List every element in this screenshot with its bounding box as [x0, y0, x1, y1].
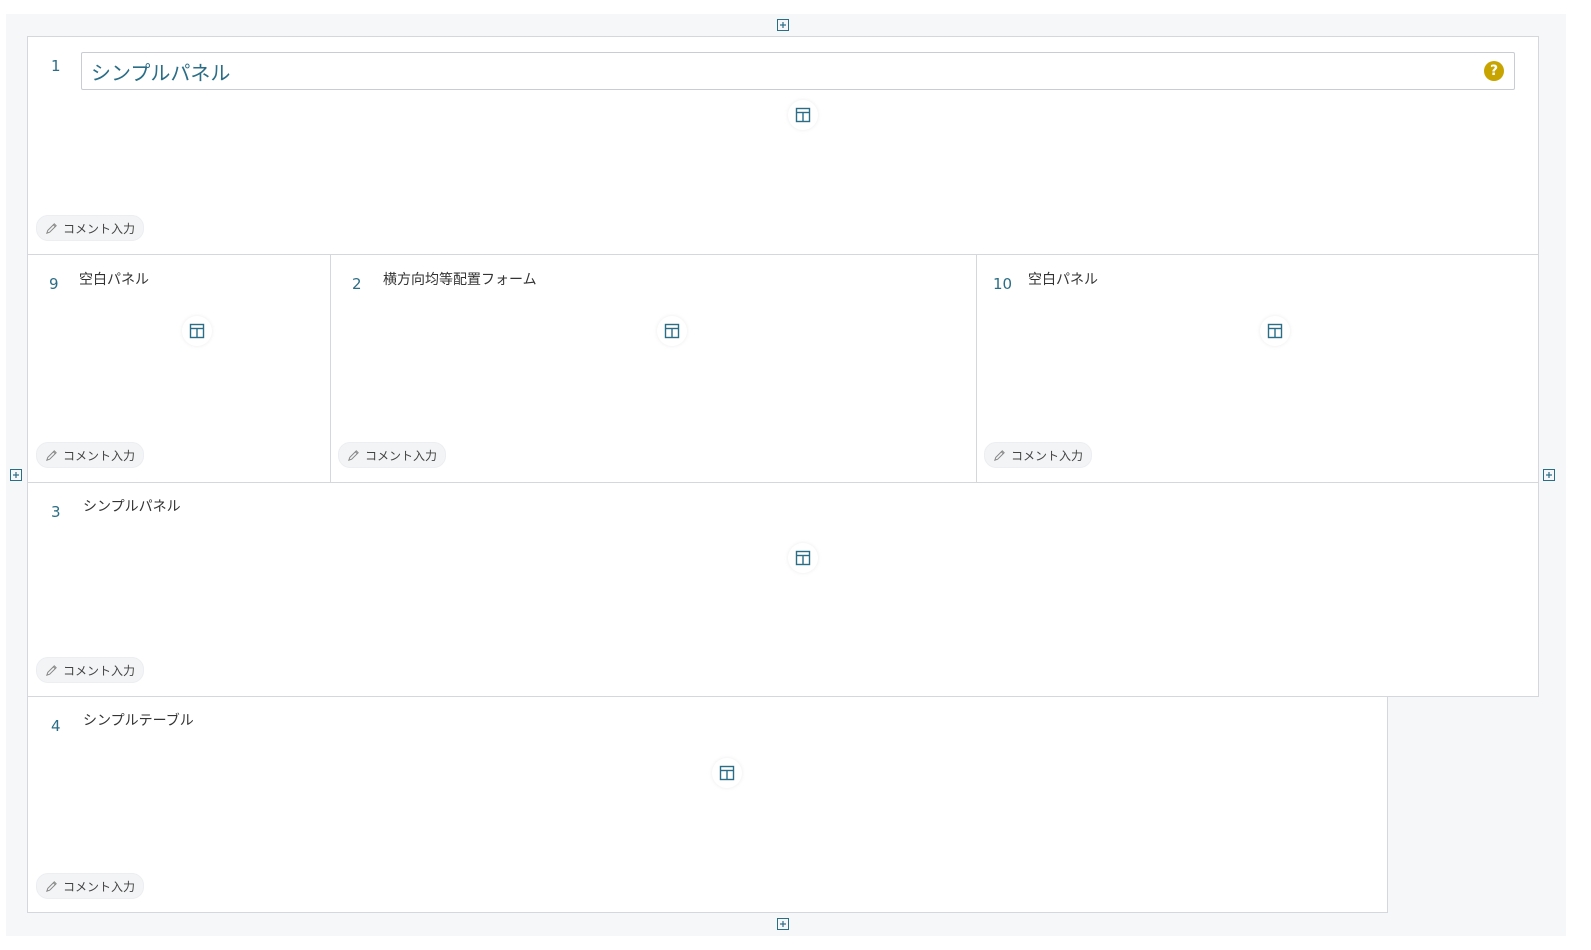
layout-button[interactable]: [712, 758, 742, 788]
layout-icon: [1267, 323, 1283, 339]
pencil-icon: [45, 222, 58, 235]
add-row-top-button[interactable]: [777, 19, 789, 31]
comment-button[interactable]: コメント入力: [36, 873, 145, 899]
comment-button-label: コメント入力: [63, 663, 136, 678]
comment-button-label: コメント入力: [365, 448, 438, 463]
comment-button-label: コメント入力: [1011, 448, 1084, 463]
pencil-icon: [45, 880, 58, 893]
panel-title: 空白パネル: [1028, 272, 1098, 288]
panel-number: 1: [51, 57, 61, 75]
comment-button[interactable]: コメント入力: [338, 442, 447, 468]
panel-number: 9: [49, 275, 59, 293]
panel-1[interactable]: 1 シンプルパネル ? コメント入力: [27, 36, 1539, 255]
help-icon[interactable]: ?: [1484, 61, 1504, 81]
panel-number: 3: [51, 503, 61, 521]
pencil-icon: [45, 664, 58, 677]
layout-icon: [664, 323, 680, 339]
plus-square-icon: [777, 19, 789, 31]
add-column-left-button[interactable]: [10, 469, 22, 481]
comment-button[interactable]: コメント入力: [984, 442, 1093, 468]
panel-3[interactable]: 3 シンプルパネル コメント入力: [27, 482, 1539, 697]
panel-4[interactable]: 4 シンプルテーブル コメント入力: [27, 696, 1388, 913]
panel-title: シンプルテーブル: [83, 713, 194, 729]
plus-square-icon: [1543, 469, 1555, 481]
layout-button[interactable]: [657, 316, 687, 346]
panel-number: 4: [51, 717, 61, 735]
layout-button[interactable]: [788, 543, 818, 573]
pencil-icon: [993, 449, 1006, 462]
panel-9[interactable]: 9 空白パネル コメント入力: [27, 254, 331, 483]
panel-title: 空白パネル: [79, 272, 149, 288]
add-column-right-button[interactable]: [1543, 469, 1555, 481]
layout-icon: [795, 107, 811, 123]
comment-button-label: コメント入力: [63, 879, 136, 894]
panel-2[interactable]: 2 横方向均等配置フォーム コメント入力: [330, 254, 977, 483]
pencil-icon: [45, 449, 58, 462]
panel-title: 横方向均等配置フォーム: [383, 272, 537, 288]
panel-10[interactable]: 10 空白パネル コメント入力: [976, 254, 1539, 483]
pencil-icon: [347, 449, 360, 462]
comment-button[interactable]: コメント入力: [36, 442, 145, 468]
comment-button-label: コメント入力: [63, 448, 136, 463]
comment-button[interactable]: コメント入力: [36, 215, 145, 241]
layout-icon: [189, 323, 205, 339]
add-row-bottom-button[interactable]: [777, 918, 789, 930]
comment-button-label: コメント入力: [63, 221, 136, 236]
layout-button[interactable]: [788, 100, 818, 130]
layout-icon: [719, 765, 735, 781]
panel-title-input[interactable]: シンプルパネル ?: [81, 52, 1515, 90]
layout-button[interactable]: [182, 316, 212, 346]
panel-number: 2: [352, 275, 362, 293]
panel-title-input-value: シンプルパネル: [91, 60, 231, 85]
plus-square-icon: [10, 469, 22, 481]
comment-button[interactable]: コメント入力: [36, 657, 145, 683]
panel-number: 10: [993, 275, 1013, 293]
panel-title: シンプルパネル: [83, 499, 181, 515]
layout-button[interactable]: [1260, 316, 1290, 346]
layout-icon: [795, 550, 811, 566]
plus-square-icon: [777, 918, 789, 930]
